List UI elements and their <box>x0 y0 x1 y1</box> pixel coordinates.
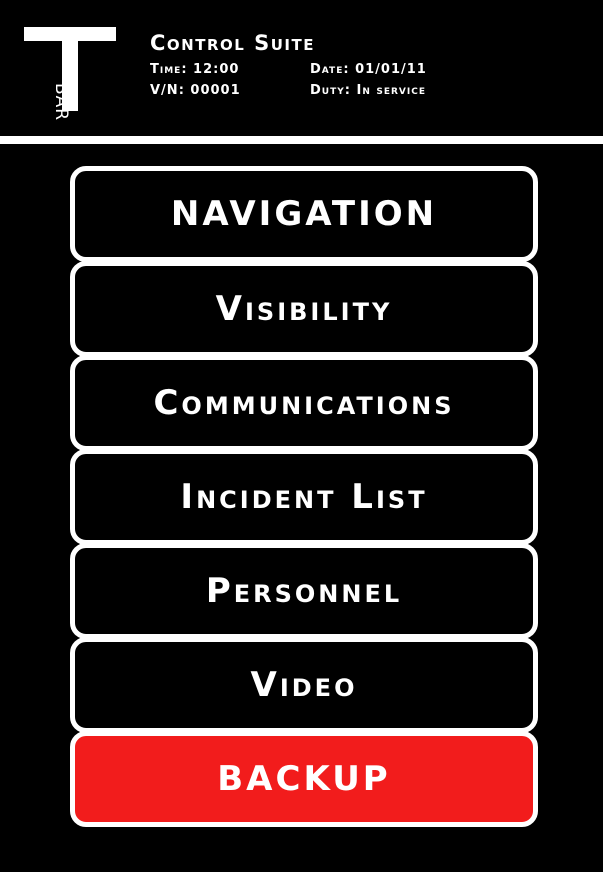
personnel-button[interactable]: Personnel <box>70 543 538 639</box>
date-readout: Date: 01/01/11 <box>310 62 427 77</box>
backup-button[interactable]: BACKUP <box>70 731 538 827</box>
app-title: Control Suite <box>150 31 315 55</box>
video-button[interactable]: Video <box>70 637 538 733</box>
tbar-logo: BAR <box>24 27 116 121</box>
duty-status: Duty: In service <box>310 83 427 98</box>
header-divider <box>0 136 603 144</box>
visibility-button[interactable]: Visibility <box>70 261 538 357</box>
header: BAR Control Suite Time: 12:00 Date: 01/0… <box>0 0 603 136</box>
vn-readout: V/N: 00001 <box>150 83 241 98</box>
communications-button[interactable]: Communications <box>70 355 538 451</box>
navigation-button[interactable]: NAVIGATION <box>70 166 538 262</box>
incident-list-button[interactable]: Incident List <box>70 449 538 545</box>
logo-text: BAR <box>51 83 71 122</box>
time-readout: Time: 12:00 <box>150 62 240 77</box>
